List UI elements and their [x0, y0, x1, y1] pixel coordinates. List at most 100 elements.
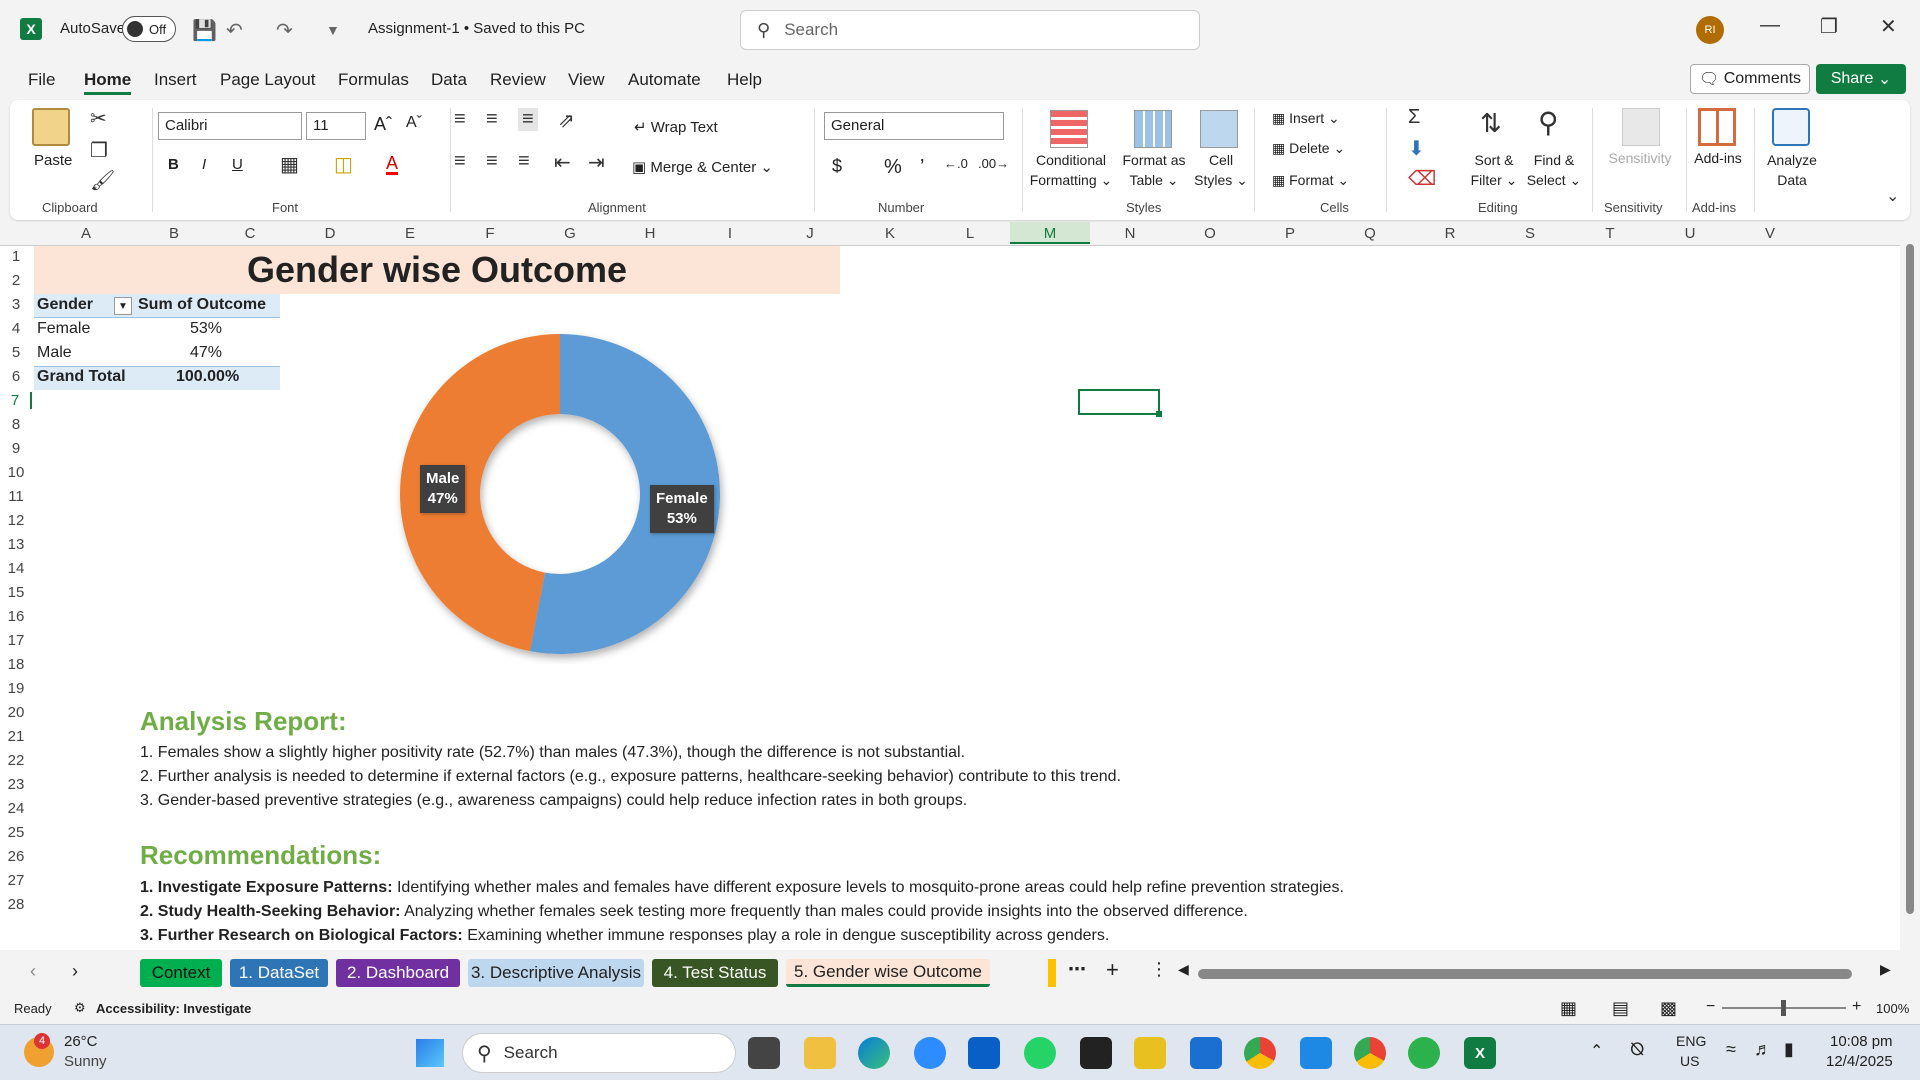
row-header[interactable]: 9	[0, 440, 32, 457]
recommendations-heading[interactable]: Recommendations:	[140, 840, 381, 871]
weather-temp[interactable]: 26°C	[64, 1033, 98, 1050]
file-explorer-icon[interactable]	[804, 1037, 836, 1069]
sheet-tab[interactable]: 1. DataSet	[230, 959, 328, 987]
sort-filter-icon[interactable]: ⇅	[1480, 108, 1502, 139]
format-as-table-icon[interactable]	[1134, 110, 1172, 148]
italic-button[interactable]: I	[202, 156, 206, 173]
chrome-profile-icon[interactable]	[1354, 1037, 1386, 1069]
column-header[interactable]: J	[770, 225, 850, 242]
column-header[interactable]: H	[610, 225, 690, 242]
calendar-app-icon[interactable]	[1190, 1037, 1222, 1069]
font-color-icon[interactable]: A	[386, 154, 399, 175]
sheet-options-icon[interactable]: ⋮	[1150, 959, 1168, 980]
volume-icon[interactable]: ♬	[1754, 1039, 1772, 1060]
analyze-data-button[interactable]: Analyze Data	[1760, 150, 1824, 190]
analysis-report-heading[interactable]: Analysis Report:	[140, 706, 347, 737]
autosave-toggle[interactable]: Off	[122, 16, 176, 42]
next-sheet-icon[interactable]: ›	[72, 961, 78, 982]
close-icon[interactable]: ✕	[1880, 14, 1897, 39]
column-header[interactable]: F	[450, 225, 530, 242]
taskbar-search[interactable]: ⚲ Search	[462, 1033, 736, 1073]
increase-font-icon[interactable]: Aˆ	[374, 114, 392, 135]
comma-style-icon[interactable]: ’	[920, 156, 924, 179]
row-header[interactable]: 22	[0, 752, 32, 769]
recommendation-line[interactable]: 2. Study Health-Seeking Behavior: Analyz…	[140, 903, 1248, 921]
row-header[interactable]: 27	[0, 872, 32, 889]
pivot-row-label[interactable]: Female	[37, 320, 90, 338]
row-header[interactable]: 3	[0, 296, 32, 313]
row-header[interactable]: 28	[0, 896, 32, 913]
borders-icon[interactable]: ▦	[280, 152, 299, 177]
customize-qat-icon[interactable]: ▼	[326, 22, 340, 38]
autosum-icon[interactable]: Σ	[1408, 106, 1420, 129]
column-header[interactable]: G	[530, 225, 610, 242]
cut-icon[interactable]: ✂	[90, 106, 107, 131]
column-header[interactable]: I	[690, 225, 770, 242]
chrome-icon[interactable]	[1244, 1037, 1276, 1069]
column-header[interactable]: O	[1170, 225, 1250, 242]
column-header[interactable]: K	[850, 225, 930, 242]
zoom-slider-thumb[interactable]	[1781, 1000, 1786, 1016]
more-sheets-icon[interactable]: ⋯	[1068, 959, 1086, 980]
sheet-tab[interactable]: Context	[140, 959, 222, 987]
format-cells-button[interactable]: ▦ Format ⌄	[1272, 172, 1349, 189]
tab-data[interactable]: Data	[431, 70, 467, 90]
language-1[interactable]: ENG	[1676, 1033, 1706, 1049]
find-select-button[interactable]: Find & Select ⌄	[1524, 150, 1584, 190]
minimize-icon[interactable]: —	[1760, 14, 1780, 37]
column-header[interactable]: C	[210, 225, 290, 242]
font-name-select[interactable]: Calibri	[158, 112, 302, 140]
row-header[interactable]: 15	[0, 584, 32, 601]
percent-icon[interactable]: %	[884, 156, 902, 179]
wechat-icon[interactable]	[1408, 1037, 1440, 1069]
tab-formulas[interactable]: Formulas	[338, 70, 409, 90]
column-header[interactable]: A	[34, 225, 138, 242]
page-break-view-icon[interactable]: ▩	[1660, 998, 1677, 1019]
collapse-ribbon-icon[interactable]: ⌄	[1886, 186, 1899, 206]
decrease-font-icon[interactable]: Aˇ	[406, 114, 422, 132]
pivot-header-gender[interactable]: Gender	[37, 296, 93, 314]
sticky-app-icon[interactable]	[1080, 1037, 1112, 1069]
store-icon[interactable]	[968, 1037, 1000, 1069]
number-format-select[interactable]: General	[824, 112, 1004, 140]
row-header[interactable]: 26	[0, 848, 32, 865]
row-header[interactable]: 19	[0, 680, 32, 697]
conditional-formatting-icon[interactable]	[1050, 110, 1088, 148]
bold-button[interactable]: B	[168, 156, 179, 173]
row-header[interactable]: 11	[0, 488, 32, 505]
scroll-left-icon[interactable]: ◀	[1178, 961, 1189, 978]
prev-sheet-icon[interactable]: ‹	[30, 961, 36, 982]
column-header[interactable]: Q	[1330, 225, 1410, 242]
redo-icon[interactable]: ↷	[276, 18, 293, 43]
row-header[interactable]: 17	[0, 632, 32, 649]
sort-filter-button[interactable]: Sort & Filter ⌄	[1462, 150, 1526, 190]
increase-decimal-icon[interactable]: ←.0	[944, 156, 968, 171]
sheet-tab[interactable]: 2. Dashboard	[336, 959, 460, 987]
format-as-table-button[interactable]: Format as Table ⌄	[1118, 150, 1190, 190]
pivot-row-value[interactable]: 47%	[190, 344, 222, 362]
column-header[interactable]: E	[370, 225, 450, 242]
pivot-total-label[interactable]: Grand Total	[37, 368, 126, 386]
row-header[interactable]: 23	[0, 776, 32, 793]
vertical-scrollbar[interactable]	[1900, 222, 1920, 950]
share-button[interactable]: Share ⌄	[1816, 64, 1906, 94]
column-header[interactable]: B	[138, 225, 210, 242]
align-center-icon[interactable]: ≡	[486, 150, 498, 173]
hidden-tab-edge[interactable]	[1048, 959, 1056, 987]
tab-home[interactable]: Home	[84, 70, 132, 95]
tab-file[interactable]: File	[28, 70, 55, 90]
decrease-indent-icon[interactable]: ⇤	[554, 150, 571, 175]
row-header[interactable]: 20	[0, 704, 32, 721]
normal-view-icon[interactable]: ▦	[1560, 998, 1577, 1019]
horizontal-scroll-thumb[interactable]	[1198, 969, 1852, 979]
sheet-tab[interactable]: 3. Descriptive Analysis	[468, 959, 644, 987]
task-view-icon[interactable]	[748, 1037, 780, 1069]
language-2[interactable]: US	[1680, 1053, 1699, 1069]
sheet-tab[interactable]: 5. Gender wise Outcome	[786, 959, 990, 987]
pivot-filter-dropdown[interactable]: ▼	[114, 297, 132, 315]
column-header[interactable]: L	[930, 225, 1010, 242]
row-header[interactable]: 18	[0, 656, 32, 673]
currency-icon[interactable]: $	[832, 156, 842, 177]
network-off-icon[interactable]: ⦰	[1630, 1039, 1644, 1060]
clear-icon[interactable]: ⌫	[1408, 166, 1436, 191]
